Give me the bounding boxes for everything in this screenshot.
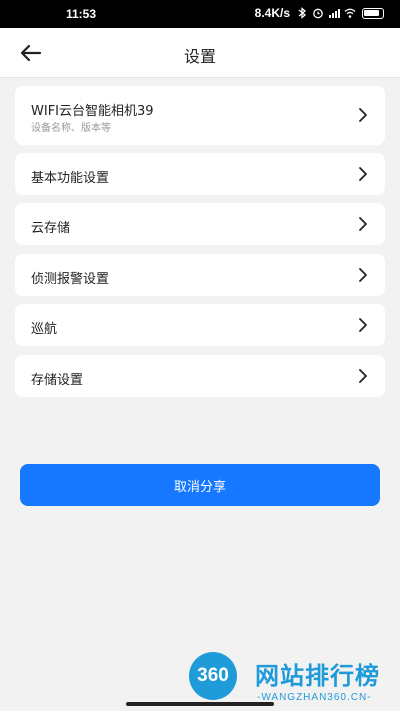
menu-item-label: 侦测报警设置 (31, 272, 110, 287)
status-icons: 8.4K/s (255, 6, 384, 20)
menu-item-storage-settings[interactable]: 存储设置 (15, 355, 385, 397)
home-indicator[interactable] (126, 702, 274, 706)
watermark-360-logo: 360 (189, 652, 237, 700)
chevron-right-icon (359, 369, 367, 383)
device-info-item[interactable]: WIFI云台智能相机39 设备名称、版本等 (15, 86, 385, 145)
chevron-right-icon (359, 268, 367, 282)
chevron-right-icon (359, 108, 367, 122)
network-speed: 8.4K/s (254, 6, 290, 20)
menu-item-basic-settings[interactable]: 基本功能设置 (15, 153, 385, 195)
menu-item-label: 云存储 (31, 221, 71, 236)
page-title: 设置 (183, 47, 216, 66)
menu-item-cruise[interactable]: 巡航 (15, 304, 385, 346)
device-subtitle: 设备名称、版本等 (31, 123, 111, 134)
device-name: WIFI云台智能相机39 (31, 104, 154, 119)
battery-icon (362, 7, 384, 19)
status-time: 11:53 (66, 7, 97, 21)
watermark-title: 网站排行榜 (255, 662, 380, 690)
chevron-right-icon (359, 318, 367, 332)
menu-item-label: 基本功能设置 (31, 171, 110, 186)
alarm-icon (313, 8, 323, 19)
signal-icon (329, 9, 340, 18)
menu-item-cloud-storage[interactable]: 云存储 (15, 203, 385, 245)
status-bar: 11:53 8.4K/s (0, 0, 400, 28)
wifi-icon (344, 8, 356, 18)
watermark-subtitle: -WANGZHAN360.CN- (257, 692, 372, 703)
menu-item-label: 存储设置 (31, 373, 84, 388)
cancel-share-button[interactable]: 取消分享 (20, 464, 380, 506)
bluetooth-icon (298, 7, 307, 19)
chevron-right-icon (359, 217, 367, 231)
menu-item-label: 巡航 (31, 322, 58, 337)
chevron-right-icon (359, 167, 367, 181)
menu-item-detection-alarm[interactable]: 侦测报警设置 (15, 254, 385, 296)
nav-bar: 设置 (0, 28, 400, 78)
